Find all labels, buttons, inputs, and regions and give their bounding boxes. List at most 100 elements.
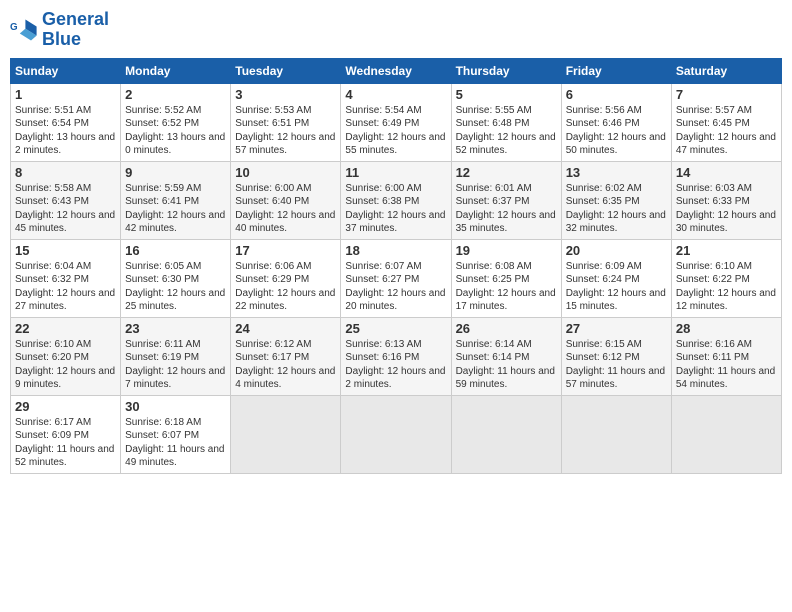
daylight-text: Daylight: 12 hours and 32 minutes. bbox=[566, 210, 666, 235]
sunrise-text: Sunrise: 5:54 AM bbox=[345, 105, 421, 116]
sunrise-text: Sunrise: 6:07 AM bbox=[345, 261, 421, 272]
sunrise-text: Sunrise: 5:55 AM bbox=[456, 105, 532, 116]
page-header: G General Blue bbox=[10, 10, 782, 50]
day-number: 14 bbox=[676, 165, 777, 180]
calendar-cell: 30Sunrise: 6:18 AMSunset: 6:07 PMDayligh… bbox=[121, 395, 231, 473]
sunrise-text: Sunrise: 6:18 AM bbox=[125, 417, 201, 428]
sunset-text: Sunset: 6:20 PM bbox=[15, 352, 89, 363]
sunset-text: Sunset: 6:54 PM bbox=[15, 118, 89, 129]
sunset-text: Sunset: 6:09 PM bbox=[15, 430, 89, 441]
sunset-text: Sunset: 6:38 PM bbox=[345, 196, 419, 207]
calendar-cell: 18Sunrise: 6:07 AMSunset: 6:27 PMDayligh… bbox=[341, 239, 451, 317]
day-number: 28 bbox=[676, 321, 777, 336]
day-number: 7 bbox=[676, 87, 777, 102]
sunrise-text: Sunrise: 6:04 AM bbox=[15, 261, 91, 272]
day-info: Sunrise: 6:06 AMSunset: 6:29 PMDaylight:… bbox=[235, 260, 336, 314]
sunset-text: Sunset: 6:45 PM bbox=[676, 118, 750, 129]
day-info: Sunrise: 6:12 AM Sunset: 6:17 PM Daylight:… bbox=[235, 338, 336, 392]
sunset-text: Sunset: 6:51 PM bbox=[235, 118, 309, 129]
sunrise-text: Sunrise: 5:57 AM bbox=[676, 105, 752, 116]
daylight-text: Daylight: 12 hours and 4 minutes. bbox=[235, 366, 335, 391]
sunset-text: Sunset: 6:37 PM bbox=[456, 196, 530, 207]
logo-text: General Blue bbox=[42, 10, 109, 50]
sunset-text: Sunset: 6:16 PM bbox=[345, 352, 419, 363]
day-info: Sunrise: 6:02 AMSunset: 6:35 PMDaylight:… bbox=[566, 182, 667, 236]
sunset-text: Sunset: 6:25 PM bbox=[456, 274, 530, 285]
days-header-row: SundayMondayTuesdayWednesdayThursdayFrid… bbox=[11, 58, 782, 83]
calendar-cell: 13Sunrise: 6:02 AMSunset: 6:35 PMDayligh… bbox=[561, 161, 671, 239]
calendar-cell: 24 Sunrise: 6:12 AM Sunset: 6:17 PM Dayligh… bbox=[231, 317, 341, 395]
daylight-text: Daylight: 12 hours and 35 minutes. bbox=[456, 210, 556, 235]
day-number: 17 bbox=[235, 243, 336, 258]
day-info: Sunrise: 6:15 AMSunset: 6:12 PMDaylight:… bbox=[566, 338, 667, 392]
day-info: Sunrise: 6:18 AMSunset: 6:07 PMDaylight:… bbox=[125, 416, 226, 470]
sunset-text: Sunset: 6:14 PM bbox=[456, 352, 530, 363]
day-info: Sunrise: 5:54 AM Sunset: 6:49 PM Daylight:… bbox=[345, 104, 446, 158]
day-info: Sunrise: 6:16 AMSunset: 6:11 PMDaylight:… bbox=[676, 338, 777, 392]
sunset-text: Sunset: 6:52 PM bbox=[125, 118, 199, 129]
sunset-text: Sunset: 6:46 PM bbox=[566, 118, 640, 129]
sunset-text: Sunset: 6:49 PM bbox=[345, 118, 419, 129]
calendar-cell: 21Sunrise: 6:10 AMSunset: 6:22 PMDayligh… bbox=[671, 239, 781, 317]
sunset-text: Sunset: 6:29 PM bbox=[235, 274, 309, 285]
sunrise-text: Sunrise: 6:17 AM bbox=[15, 417, 91, 428]
day-header-friday: Friday bbox=[561, 58, 671, 83]
day-info: Sunrise: 6:11 AMSunset: 6:19 PMDaylight:… bbox=[125, 338, 226, 392]
daylight-text: Daylight: 11 hours and 49 minutes. bbox=[125, 444, 224, 469]
calendar-cell: 1Sunrise: 5:51 AMSunset: 6:54 PMDaylight… bbox=[11, 83, 121, 161]
calendar-week-row: 15 Sunrise: 6:04 AM Sunset: 6:32 PM Dayligh… bbox=[11, 239, 782, 317]
calendar-cell bbox=[231, 395, 341, 473]
daylight-text: Daylight: 12 hours and 7 minutes. bbox=[125, 366, 225, 391]
day-info: Sunrise: 6:05 AMSunset: 6:30 PMDaylight:… bbox=[125, 260, 226, 314]
day-number: 18 bbox=[345, 243, 446, 258]
calendar-cell bbox=[561, 395, 671, 473]
day-number: 9 bbox=[125, 165, 226, 180]
sunrise-text: Sunrise: 6:06 AM bbox=[235, 261, 311, 272]
calendar-cell: 25Sunrise: 6:13 AMSunset: 6:16 PMDayligh… bbox=[341, 317, 451, 395]
calendar-cell bbox=[451, 395, 561, 473]
day-number: 15 bbox=[15, 243, 116, 258]
day-info: Sunrise: 6:10 AMSunset: 6:20 PMDaylight:… bbox=[15, 338, 116, 392]
day-header-monday: Monday bbox=[121, 58, 231, 83]
day-header-thursday: Thursday bbox=[451, 58, 561, 83]
daylight-text: Daylight: 12 hours and 50 minutes. bbox=[566, 132, 666, 157]
day-number: 20 bbox=[566, 243, 667, 258]
daylight-text: Daylight: 12 hours and 47 minutes. bbox=[676, 132, 776, 157]
day-info: Sunrise: 6:00 AMSunset: 6:40 PMDaylight:… bbox=[235, 182, 336, 236]
sunset-text: Sunset: 6:22 PM bbox=[676, 274, 750, 285]
sunset-text: Sunset: 6:30 PM bbox=[125, 274, 199, 285]
sunset-text: Sunset: 6:17 PM bbox=[235, 352, 309, 363]
sunrise-text: Sunrise: 6:10 AM bbox=[15, 339, 91, 350]
calendar-cell: 4 Sunrise: 5:54 AM Sunset: 6:49 PM Daylight… bbox=[341, 83, 451, 161]
sunset-text: Sunset: 6:40 PM bbox=[235, 196, 309, 207]
calendar-cell: 20 Sunrise: 6:09 AMSunset: 6:24 PMDayligh… bbox=[561, 239, 671, 317]
svg-text:G: G bbox=[10, 22, 18, 33]
calendar-week-row: 29Sunrise: 6:17 AMSunset: 6:09 PMDayligh… bbox=[11, 395, 782, 473]
sunset-text: Sunset: 6:32 PM bbox=[15, 274, 89, 285]
calendar-cell: 15 Sunrise: 6:04 AM Sunset: 6:32 PM Dayligh… bbox=[11, 239, 121, 317]
day-info: Sunrise: 6:10 AMSunset: 6:22 PMDaylight:… bbox=[676, 260, 777, 314]
sunrise-text: Sunrise: 6:11 AM bbox=[125, 339, 200, 350]
sunrise-text: Sunrise: 6:01 AM bbox=[456, 183, 532, 194]
day-info: Sunrise: 6:09 AMSunset: 6:24 PMDaylight:… bbox=[566, 260, 667, 314]
daylight-text: Daylight: 12 hours and 2 minutes. bbox=[345, 366, 445, 391]
daylight-text: Daylight: 11 hours and 54 minutes. bbox=[676, 366, 775, 391]
day-header-sunday: Sunday bbox=[11, 58, 121, 83]
day-info: Sunrise: 6:13 AM Sunset: 6:16 PM Daylight:… bbox=[345, 338, 446, 392]
logo-icon: G bbox=[10, 16, 38, 44]
calendar-cell: 9Sunrise: 5:59 AMSunset: 6:41 PMDaylight… bbox=[121, 161, 231, 239]
sunrise-text: Sunrise: 6:16 AM bbox=[676, 339, 752, 350]
day-number: 24 bbox=[235, 321, 336, 336]
daylight-text: Daylight: 12 hours and 27 minutes. bbox=[15, 288, 115, 313]
sunrise-text: Sunrise: 6:13 AM bbox=[345, 339, 421, 350]
sunrise-text: Sunrise: 6:12 AM bbox=[235, 339, 311, 350]
daylight-text: Daylight: 12 hours and 55 minutes. bbox=[345, 132, 445, 157]
day-number: 4 bbox=[345, 87, 446, 102]
day-header-saturday: Saturday bbox=[671, 58, 781, 83]
logo-blue: Blue bbox=[42, 29, 81, 49]
sunset-text: Sunset: 6:48 PM bbox=[456, 118, 530, 129]
sunset-text: Sunset: 6:35 PM bbox=[566, 196, 640, 207]
day-info: Sunrise: 6:14 AMSunset: 6:14 PMDaylight:… bbox=[456, 338, 557, 392]
calendar-cell: 6Sunrise: 5:56 AMSunset: 6:46 PMDaylight… bbox=[561, 83, 671, 161]
sunrise-text: Sunrise: 5:52 AM bbox=[125, 105, 201, 116]
